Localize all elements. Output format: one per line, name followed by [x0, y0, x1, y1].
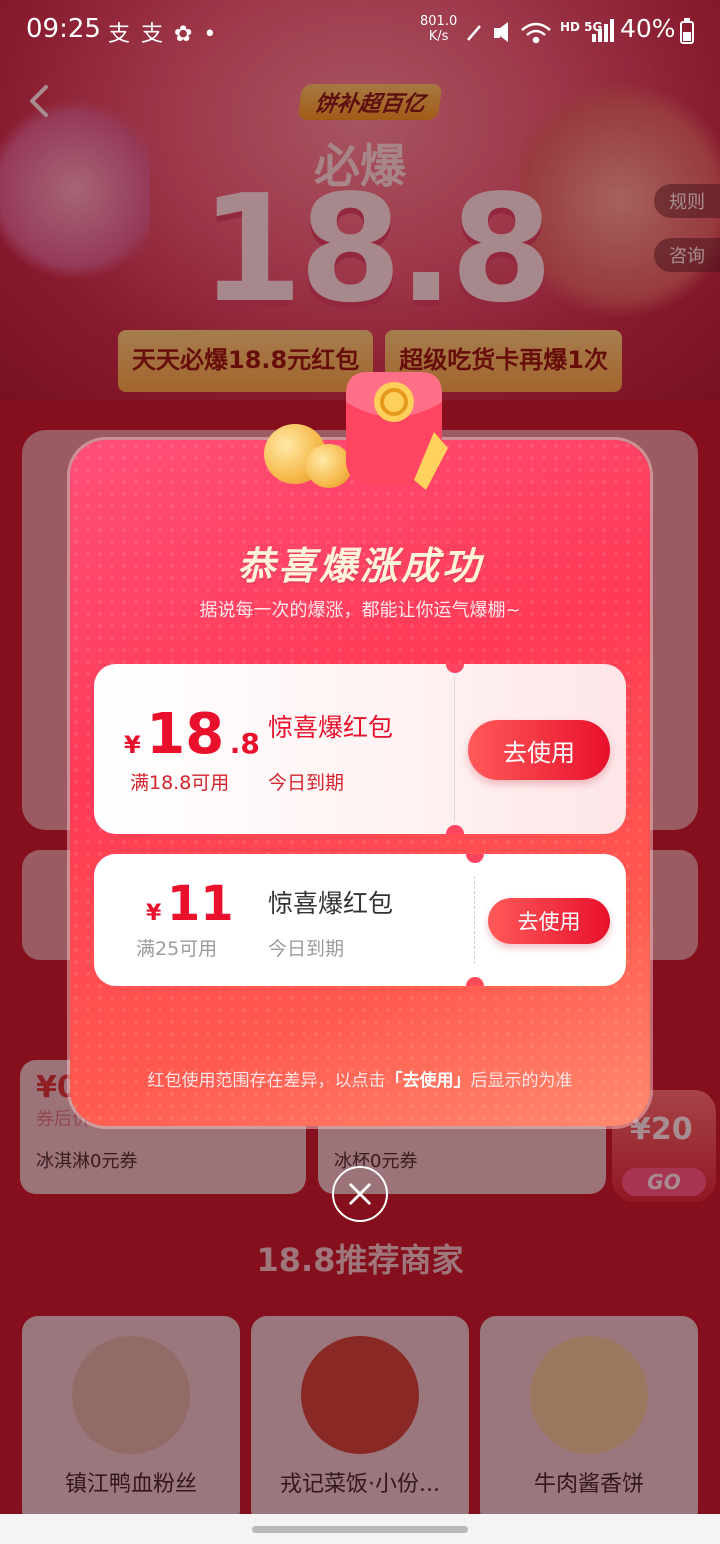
coupon-card[interactable]: ¥ 18 .8 满18.8可用 惊喜爆红包 今日到期 去使用 [94, 664, 626, 834]
coupon-notch [466, 854, 484, 863]
success-modal: 恭喜爆涨成功 据说每一次的爆涨，都能让你运气爆棚~ ¥ 18 .8 满18.8可… [70, 440, 650, 1126]
coupon-divider [474, 876, 475, 964]
wifi-icon [521, 22, 551, 44]
pen-icon [467, 25, 481, 41]
coupon-notch [446, 825, 464, 834]
home-indicator-bar [0, 1514, 720, 1544]
coupon-notch [466, 977, 484, 986]
use-coupon-button[interactable]: 去使用 [488, 898, 610, 944]
use-coupon-button[interactable]: 去使用 [468, 720, 610, 780]
close-button[interactable] [332, 1166, 388, 1222]
amount-integer: 18 [146, 702, 225, 767]
signal-icon [592, 19, 614, 42]
amount-integer: 11 [166, 876, 234, 932]
coupon-expiry: 今日到期 [268, 772, 345, 794]
speed-value: 801.0 [420, 14, 458, 29]
coupon-amount: ¥ 11 [146, 876, 234, 932]
red-envelope-icon [346, 372, 448, 490]
coupon-condition: 满25可用 [136, 938, 218, 960]
status-time: 09:25 [26, 14, 101, 44]
modal-subtitle: 据说每一次的爆涨，都能让你运气爆棚~ [199, 600, 521, 621]
amount-decimal: .8 [229, 727, 260, 760]
currency-symbol: ¥ [124, 731, 141, 759]
footer-highlight: 「去使用」 [385, 1071, 471, 1091]
close-icon [349, 1183, 371, 1205]
coupon-divider [454, 676, 455, 822]
modal-footer-note: 红包使用范围存在差异，以点击「去使用」后显示的为准 [70, 1066, 650, 1091]
network-speed: 801.0 K/s [420, 14, 457, 44]
battery-level: 40% [620, 14, 676, 43]
modal-title: 恭喜爆涨成功 [236, 544, 483, 588]
battery-icon [680, 18, 694, 44]
speed-unit: K/s [428, 29, 449, 44]
footer-text: 红包使用范围存在差异，以点击 [147, 1071, 386, 1091]
status-icons [467, 22, 551, 44]
coupon-expiry: 今日到期 [268, 938, 345, 960]
coupon-name: 惊喜爆红包 [268, 889, 394, 918]
coupon-notch [446, 664, 464, 673]
coupon-amount: ¥ 18 .8 [124, 702, 260, 767]
coupon-condition: 满18.8可用 [130, 772, 230, 794]
status-app-icons: 支 支 ✿ • [108, 22, 219, 47]
currency-symbol: ¥ [146, 901, 162, 926]
coupon-card[interactable]: ¥ 11 满25可用 惊喜爆红包 今日到期 去使用 [94, 854, 626, 986]
footer-text: 后显示的为准 [470, 1071, 573, 1091]
coupon-name: 惊喜爆红包 [268, 713, 394, 742]
status-bar: 09:25 支 支 ✿ • 801.0 K/s HD 5G 40% [0, 0, 720, 64]
mute-icon [494, 22, 508, 42]
home-indicator[interactable] [252, 1526, 468, 1533]
